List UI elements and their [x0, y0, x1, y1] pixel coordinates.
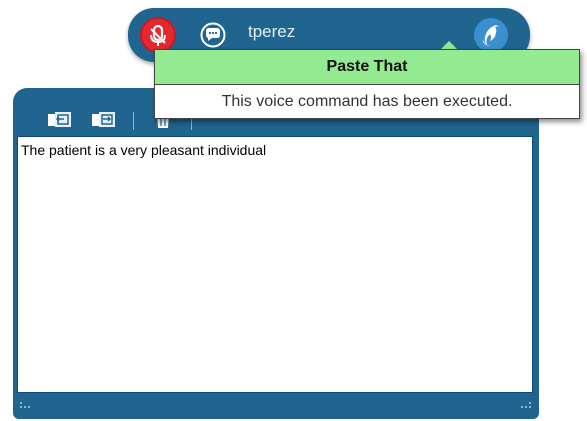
popup-title: Paste That	[155, 50, 579, 85]
username-label: tperez	[248, 22, 296, 41]
left-resize-grip-icon[interactable]	[19, 398, 31, 416]
dragon-menu-button[interactable]	[474, 18, 508, 52]
toolbar-divider	[133, 112, 134, 130]
dictation-text: The patient is a very pleasant individua…	[21, 142, 267, 158]
popup-message: This voice command has been executed.	[221, 93, 513, 110]
import-text-icon[interactable]	[47, 110, 73, 135]
microphone-button[interactable]	[140, 17, 176, 53]
speech-bubble-button[interactable]	[200, 22, 226, 48]
speech-bubble-icon	[200, 22, 226, 48]
dictation-box: The patient is a very pleasant individua…	[13, 88, 539, 419]
dragon-logo-icon	[483, 25, 499, 46]
microphone-off-icon	[150, 24, 166, 46]
export-text-icon[interactable]	[91, 110, 117, 135]
command-notification-popup: Paste That This voice command has been e…	[154, 49, 580, 119]
right-resize-grip-icon[interactable]	[520, 398, 532, 416]
dictation-text-area[interactable]: The patient is a very pleasant individua…	[17, 136, 533, 393]
